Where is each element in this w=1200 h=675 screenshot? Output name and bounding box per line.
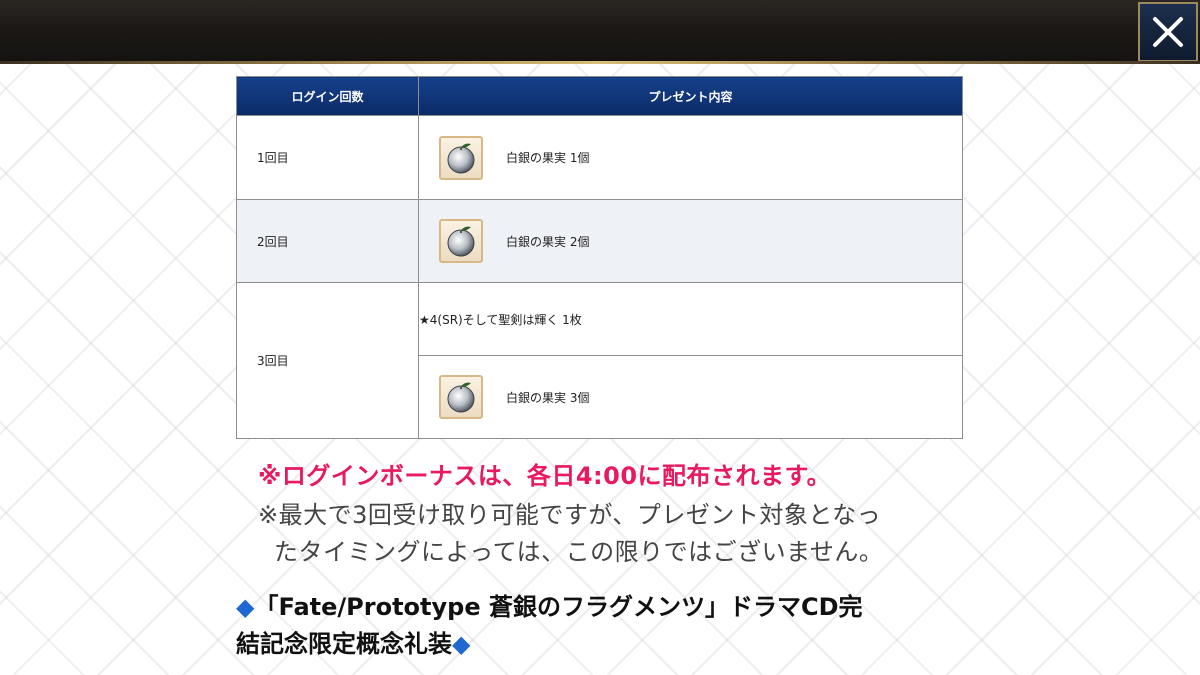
distribution-note: ※ログインボーナスは、各日4:00に配布されます。 — [258, 462, 832, 490]
prize-cell: 白銀の果実 1個 — [418, 115, 963, 200]
item-thumbnail — [439, 219, 483, 263]
item-thumbnail — [439, 375, 483, 419]
section-heading-line1: ◆「Fate/Prototype 蒼銀のフラグメンツ」ドラマCD完 — [236, 587, 863, 622]
top-bar — [0, 0, 1200, 64]
login-count-cell: 2回目 — [236, 199, 419, 283]
table-row: 1回目 白銀の果実 1個 — [236, 115, 963, 200]
prize-text: 白銀の果実 1個 — [506, 151, 590, 165]
close-button[interactable] — [1138, 2, 1198, 62]
silver-fruit-icon — [447, 226, 475, 257]
header-login-count: ログイン回数 — [236, 76, 419, 116]
header-present-content: プレゼント内容 — [418, 76, 963, 116]
login-count-cell: 3回目 — [236, 282, 419, 439]
table-header-row: ログイン回数 プレゼント内容 — [236, 76, 963, 116]
section-heading-text: 結記念限定概念礼装 — [236, 630, 452, 658]
prize-cell: 白銀の果実 3個 — [418, 355, 963, 439]
silver-fruit-icon — [447, 143, 475, 173]
diamond-icon: ◆ — [452, 630, 471, 658]
section-heading-line2: 結記念限定概念礼装◆ — [236, 624, 470, 659]
close-icon — [1153, 17, 1183, 47]
silver-fruit-icon — [447, 382, 475, 413]
prize-text: 白銀の果実 2個 — [506, 234, 590, 249]
prize-text: 白銀の果実 3個 — [506, 390, 590, 405]
login-count-cell: 1回目 — [236, 115, 419, 200]
limit-note-line2: たタイミングによっては、この限りではございません。 — [274, 538, 884, 566]
login-bonus-table: ログイン回数 プレゼント内容 1回目 白銀の果実 1個 2回目 白銀の果実 2個… — [236, 76, 963, 439]
diamond-icon: ◆ — [236, 593, 255, 621]
item-thumbnail — [439, 135, 483, 180]
table-row: 3回目 ★4(SR)そして聖剣は輝く 1枚 — [236, 282, 963, 439]
limit-note-line1: ※最大で3回受け取り可能ですが、プレゼント対象となっ — [258, 501, 882, 529]
table-row: 2回目 白銀の果実 2個 — [236, 199, 963, 283]
section-heading-text: 「Fate/Prototype 蒼銀のフラグメンツ」ドラマCD完 — [254, 593, 863, 621]
prize-cell: 白銀の果実 2個 — [418, 199, 963, 283]
prize-cell-craft-essence: ★4(SR)そして聖剣は輝く 1枚 — [418, 282, 963, 356]
